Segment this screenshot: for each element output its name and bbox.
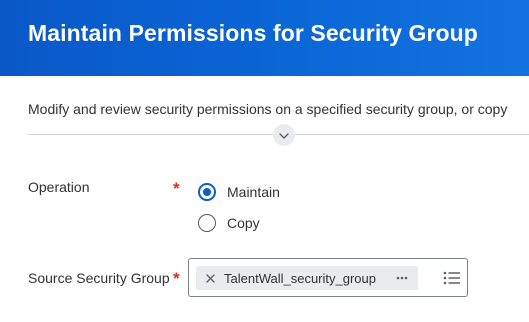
page-header: Maintain Permissions for Security Group	[0, 0, 529, 76]
expand-description-button[interactable]	[273, 124, 295, 146]
radio-button-copy[interactable]	[198, 214, 216, 232]
close-icon[interactable]	[199, 266, 221, 290]
selected-item-pill[interactable]: TalentWall_security_group	[196, 266, 418, 290]
source-security-group-required-marker: *	[173, 269, 180, 288]
more-horizontal-icon[interactable]	[396, 266, 408, 290]
operation-label: Operation	[28, 179, 90, 195]
radio-button-maintain[interactable]	[198, 183, 216, 201]
operation-option-copy[interactable]: Copy	[198, 214, 260, 232]
operation-option-maintain[interactable]: Maintain	[198, 183, 280, 201]
source-security-group-label: Source Security Group	[28, 270, 170, 286]
radio-label-maintain: Maintain	[227, 184, 280, 200]
chevron-down-icon	[279, 126, 289, 144]
operation-required-marker: *	[173, 179, 180, 198]
page-description: Modify and review security permissions o…	[28, 101, 508, 117]
prompt-list-icon[interactable]	[443, 270, 461, 286]
source-security-group-prompt[interactable]: TalentWall_security_group	[188, 258, 468, 297]
page-title: Maintain Permissions for Security Group	[28, 20, 478, 46]
radio-label-copy: Copy	[227, 215, 260, 231]
selected-item-label: TalentWall_security_group	[224, 270, 376, 286]
